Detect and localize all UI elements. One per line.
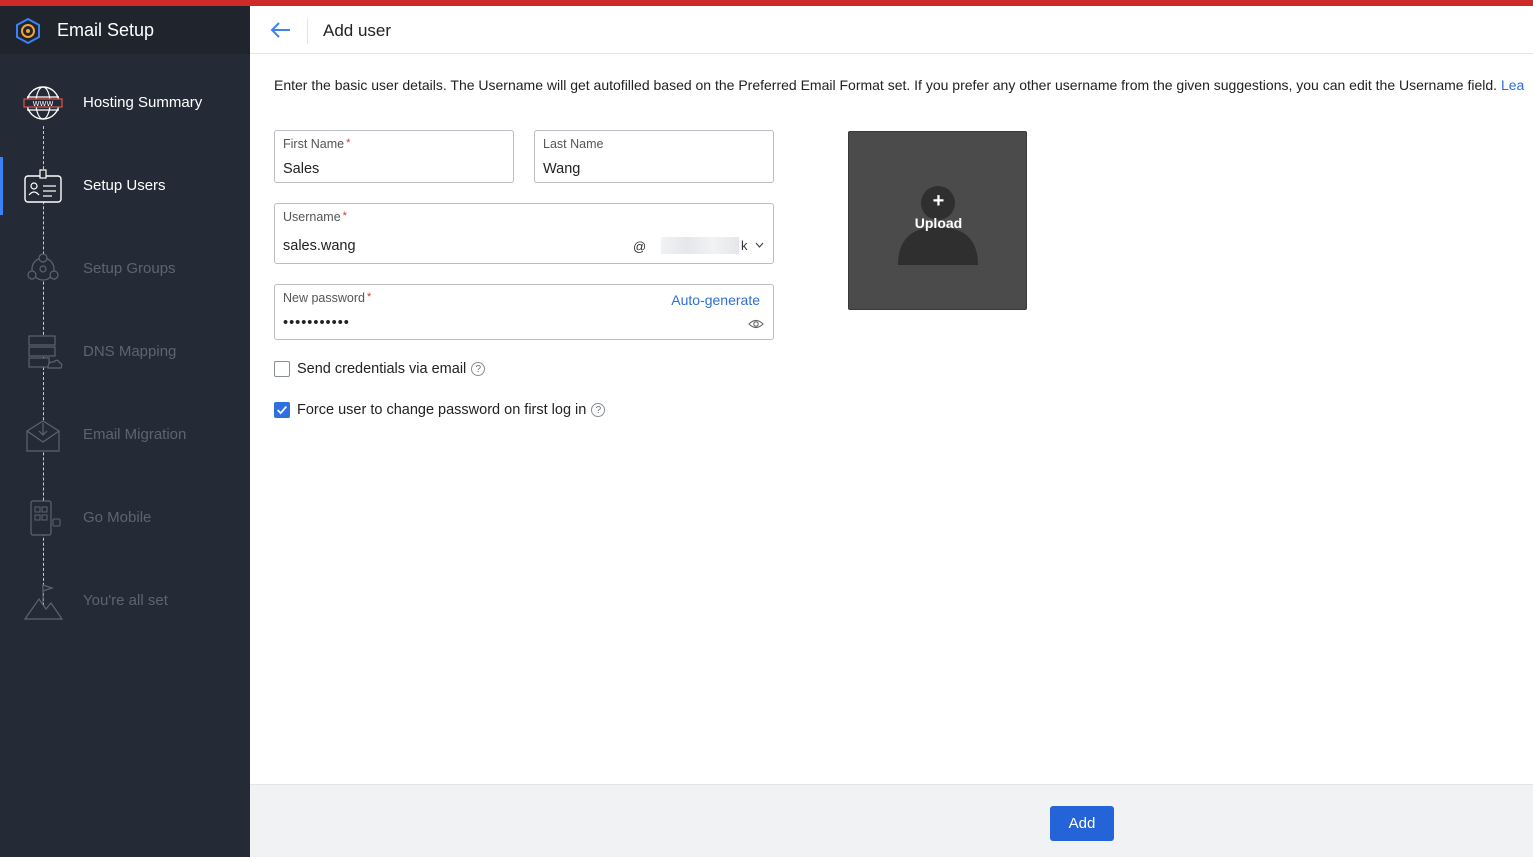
step-label: Go Mobile [83, 509, 152, 526]
step-label: DNS Mapping [83, 343, 177, 360]
globe-www-icon: WWW [23, 86, 63, 120]
sidebar-step-setup-users[interactable]: Setup Users [0, 157, 250, 217]
force-change-row: Force user to change password on first l… [274, 402, 606, 418]
server-cloud-icon [28, 335, 63, 369]
upload-label: Upload [914, 215, 963, 231]
group-network-icon [27, 253, 59, 281]
sidebar-step-email-migration[interactable]: Email Migration [0, 406, 250, 466]
force-change-label: Force user to change password on first l… [297, 402, 587, 418]
send-credentials-label: Send credentials via email [297, 361, 467, 377]
plus-icon: + [932, 190, 945, 212]
add-button[interactable]: Add [1050, 806, 1114, 841]
domain-select-redacted[interactable] [661, 237, 739, 254]
help-icon[interactable]: ? [591, 403, 606, 417]
send-credentials-row: Send credentials via email ? [274, 361, 486, 377]
first-name-input[interactable]: Sales [283, 161, 319, 177]
mobile-qr-icon [30, 500, 61, 536]
app-title: Email Setup [57, 20, 155, 40]
domain-select-value[interactable]: k [741, 238, 748, 253]
username-field[interactable]: Username * sales.wang @ k [274, 203, 774, 264]
password-label: New password * [283, 291, 372, 305]
user-card-icon [24, 169, 62, 203]
mountain-flag-icon [23, 584, 64, 620]
sidebar-step-dns-mapping[interactable]: DNS Mapping [0, 323, 250, 383]
sidebar-step-all-set[interactable]: You're all set [0, 572, 250, 632]
step-label: Email Migration [83, 426, 187, 443]
last-name-label: Last Name [543, 137, 604, 151]
first-name-label: First Name * [283, 137, 351, 151]
first-name-field[interactable]: First Name * Sales [274, 130, 514, 183]
checkmark-icon [277, 405, 288, 415]
step-label: Setup Groups [83, 260, 176, 277]
chevron-down-icon[interactable] [755, 242, 764, 248]
sidebar-step-setup-groups[interactable]: Setup Groups [0, 240, 250, 300]
last-name-input[interactable]: Wang [543, 161, 580, 177]
email-setup-logo-icon [16, 17, 40, 45]
intro-text: Enter the basic user details. The Userna… [274, 77, 1524, 93]
step-label: Hosting Summary [83, 94, 203, 111]
svg-text:WWW: WWW [33, 100, 54, 108]
send-credentials-checkbox[interactable] [274, 361, 290, 377]
footer-bar: Add [250, 784, 1533, 857]
help-icon[interactable]: ? [471, 362, 486, 376]
password-input[interactable]: ••••••••••• [283, 315, 350, 331]
at-sign: @ [633, 239, 647, 254]
new-password-field[interactable]: New password * Auto-generate ••••••••••• [274, 284, 774, 340]
sidebar-step-go-mobile[interactable]: Go Mobile [0, 489, 250, 549]
back-arrow-icon[interactable] [268, 18, 294, 42]
active-indicator [0, 157, 3, 215]
learn-more-link[interactable]: Lea [1501, 77, 1524, 93]
header-divider [307, 18, 308, 44]
intro-description: Enter the basic user details. The Userna… [274, 77, 1498, 93]
auto-generate-link[interactable]: Auto-generate [671, 292, 760, 308]
sidebar: Email Setup WWW Hosting Summary Setup Us… [0, 6, 250, 857]
step-label: Setup Users [83, 177, 166, 194]
force-change-checkbox[interactable] [274, 402, 290, 418]
username-label: Username * [283, 210, 347, 224]
upload-photo-button[interactable]: + Upload [848, 131, 1027, 310]
sidebar-header: Email Setup [0, 6, 250, 54]
username-input[interactable]: sales.wang [283, 238, 356, 254]
main-header: Add user [250, 6, 1533, 54]
envelope-download-icon [26, 420, 60, 452]
eye-icon[interactable] [748, 318, 764, 330]
last-name-field[interactable]: Last Name Wang [534, 130, 774, 183]
page-title: Add user [323, 21, 392, 40]
step-label: You're all set [83, 592, 168, 609]
sidebar-step-hosting-summary[interactable]: WWW Hosting Summary [0, 74, 250, 134]
